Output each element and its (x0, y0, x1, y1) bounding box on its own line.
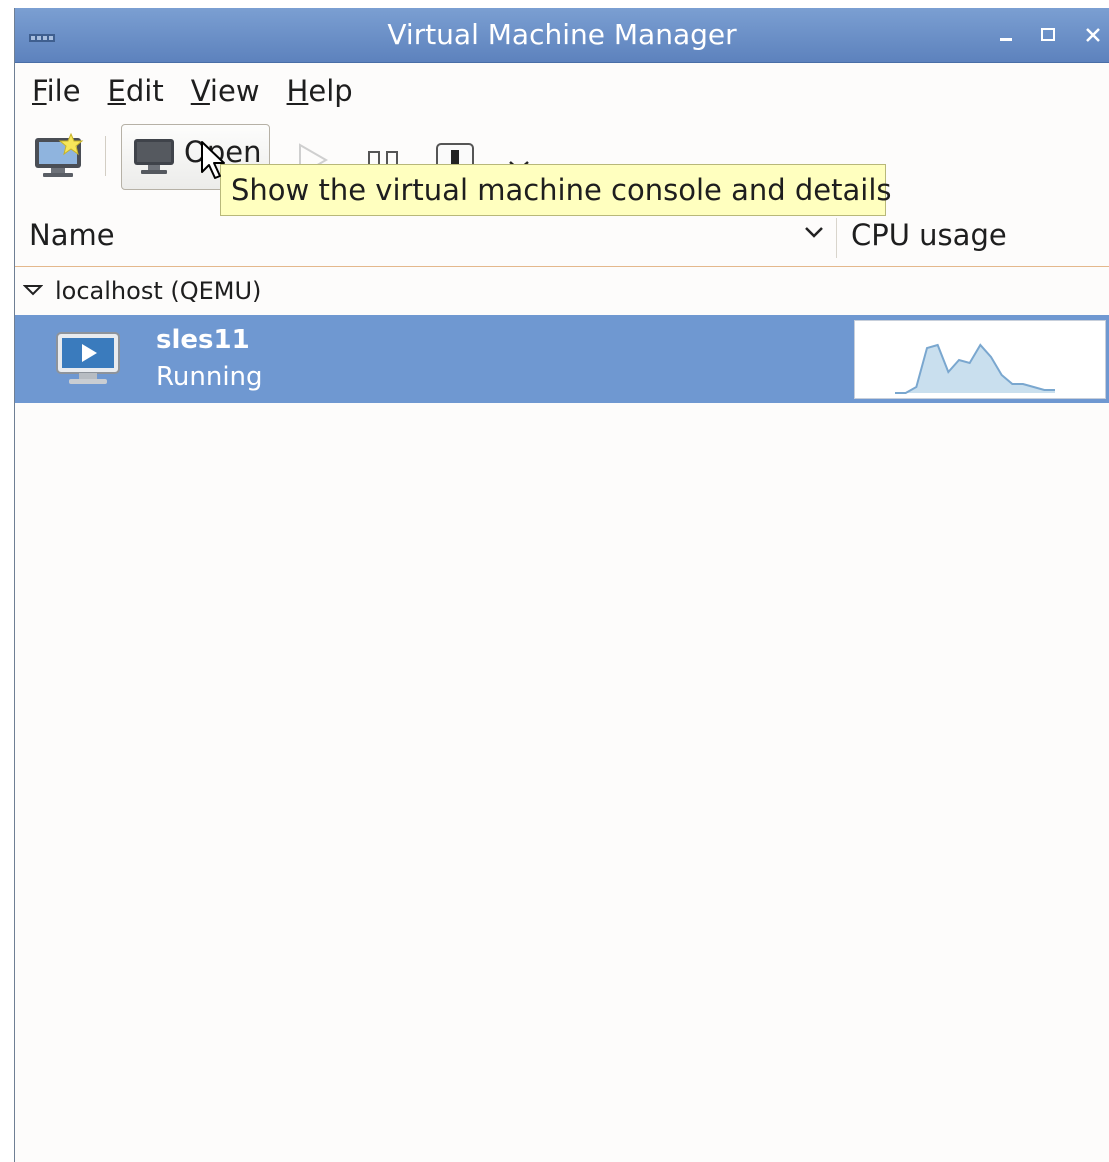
column-name[interactable]: Name (29, 218, 115, 252)
toolbar-separator (105, 136, 106, 176)
monitor-icon (132, 135, 176, 183)
menu-help[interactable]: Help (287, 74, 353, 108)
connection-row[interactable]: localhost (QEMU) (15, 266, 1109, 316)
window-title: Virtual Machine Manager (387, 18, 737, 51)
vm-row[interactable]: sles11 Running (15, 315, 1109, 403)
minimize-icon[interactable] (989, 18, 1023, 52)
new-vm-icon (31, 132, 87, 184)
menu-view[interactable]: View (191, 74, 260, 108)
cpu-sparkline (895, 343, 1055, 394)
column-cpu-usage[interactable]: CPU usage (851, 218, 1007, 252)
cpu-usage-graph (854, 320, 1106, 399)
menu-edit[interactable]: Edit (108, 74, 164, 108)
vm-state: Running (156, 362, 263, 392)
connection-label: localhost (QEMU) (55, 277, 262, 305)
new-vm-button[interactable] (31, 132, 87, 184)
close-icon[interactable] (1076, 18, 1109, 52)
tooltip: Show the virtual machine console and det… (220, 164, 892, 216)
column-divider[interactable] (836, 218, 837, 258)
mouse-cursor-icon (200, 140, 228, 186)
column-header: Name CPU usage (15, 208, 1109, 267)
running-vm-icon (55, 331, 121, 391)
title-bar[interactable]: Virtual Machine Manager (15, 8, 1109, 63)
sort-arrow-icon[interactable] (803, 224, 825, 244)
menu-file[interactable]: File (32, 74, 81, 108)
menu-bar: File Edit View Help (15, 63, 1109, 119)
vm-name: sles11 (156, 325, 250, 355)
maximize-icon[interactable] (1031, 18, 1065, 52)
expander-icon[interactable] (22, 282, 44, 301)
